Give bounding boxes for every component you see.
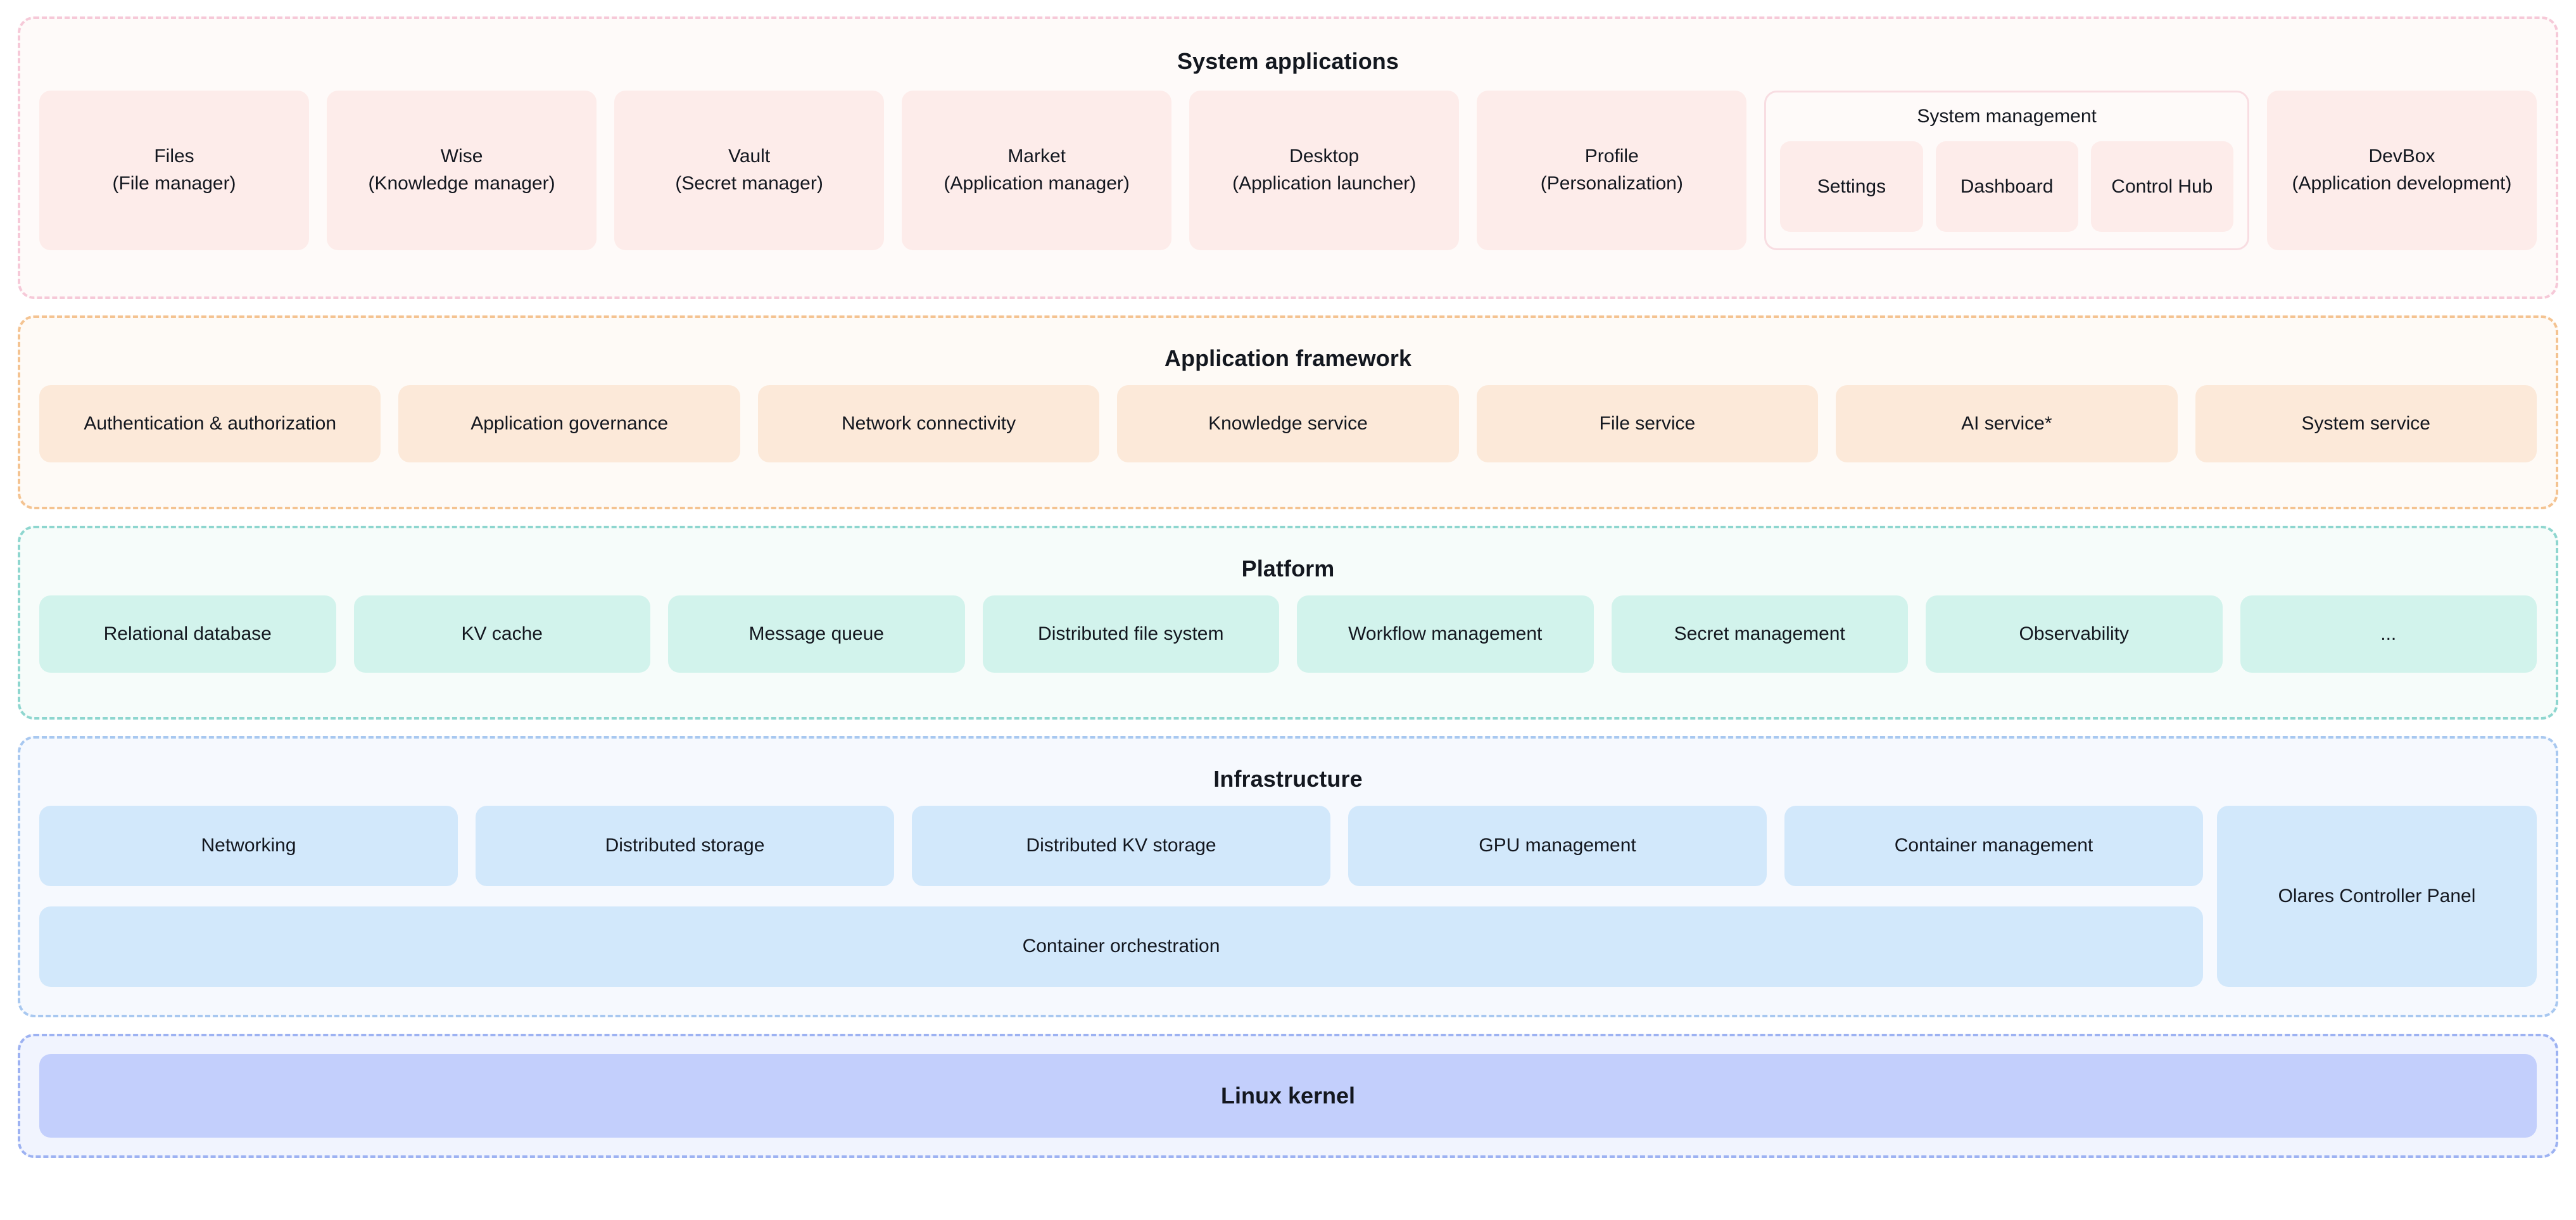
layer-application-framework: Application framework Authentication & a…: [18, 315, 2558, 509]
platform-card-secret-management[interactable]: Secret management: [1611, 595, 1908, 673]
system-management-title: System management: [1917, 106, 2097, 127]
infrastructure-card-container-orchestration[interactable]: Container orchestration: [39, 906, 2203, 987]
framework-card-ai-service[interactable]: AI service*: [1836, 385, 2178, 462]
platform-card-row: Relational database KV cache Message que…: [39, 595, 2537, 673]
app-card-files-sub: (File manager): [112, 173, 236, 194]
app-card-market-name: Market: [1007, 146, 1066, 167]
infrastructure-card-container-management[interactable]: Container management: [1784, 806, 2203, 886]
layer-linux-kernel: Linux kernel: [18, 1034, 2558, 1158]
layer-title-infrastructure: Infrastructure: [1213, 766, 1363, 792]
infrastructure-card-gpu-management[interactable]: GPU management: [1348, 806, 1767, 886]
application-framework-card-row: Authentication & authorization Applicati…: [39, 385, 2537, 462]
app-card-desktop-sub: (Application launcher): [1232, 173, 1417, 194]
platform-card-workflow-management[interactable]: Workflow management: [1297, 595, 1594, 673]
app-card-desktop[interactable]: Desktop (Application launcher): [1189, 91, 1460, 250]
framework-card-system-service[interactable]: System service: [2195, 385, 2537, 462]
layer-title-platform: Platform: [1241, 556, 1335, 581]
app-card-files[interactable]: Files (File manager): [39, 91, 310, 250]
platform-card-observability[interactable]: Observability: [1926, 595, 2223, 673]
platform-card-relational-database[interactable]: Relational database: [39, 595, 336, 673]
app-card-wise[interactable]: Wise (Knowledge manager): [327, 91, 597, 250]
app-card-vault-sub: (Secret manager): [675, 173, 823, 194]
system-management-button-dashboard[interactable]: Dashboard: [1935, 141, 2078, 232]
app-card-desktop-name: Desktop: [1289, 146, 1360, 167]
app-card-files-name: Files: [154, 146, 194, 167]
infrastructure-card-distributed-storage[interactable]: Distributed storage: [476, 806, 894, 886]
app-card-devbox[interactable]: DevBox (Application development): [2266, 91, 2537, 250]
infrastructure-card-row-1: Networking Distributed storage Distribut…: [39, 806, 2203, 886]
platform-card-distributed-file-system[interactable]: Distributed file system: [982, 595, 1279, 673]
infrastructure-card-networking[interactable]: Networking: [39, 806, 458, 886]
framework-card-application-governance[interactable]: Application governance: [398, 385, 740, 462]
system-management-button-row: Settings Dashboard Control Hub: [1780, 141, 2233, 232]
system-management-button-control-hub[interactable]: Control Hub: [2090, 141, 2233, 232]
layer-system-applications: System applications Files (File manager)…: [18, 16, 2558, 299]
app-card-vault[interactable]: Vault (Secret manager): [614, 91, 885, 250]
app-card-wise-sub: (Knowledge manager): [368, 173, 555, 194]
linux-kernel-card[interactable]: Linux kernel: [39, 1054, 2537, 1138]
framework-card-authentication-authorization[interactable]: Authentication & authorization: [39, 385, 381, 462]
platform-card-more[interactable]: ...: [2240, 595, 2537, 673]
layer-title-application-framework: Application framework: [1164, 345, 1412, 371]
layer-platform: Platform Relational database KV cache Me…: [18, 526, 2558, 720]
app-card-wise-name: Wise: [440, 146, 483, 167]
layer-infrastructure: Infrastructure Networking Distributed st…: [18, 736, 2558, 1017]
infrastructure-left-column: Networking Distributed storage Distribut…: [39, 806, 2203, 987]
infrastructure-card-row-2: Container orchestration: [39, 906, 2203, 987]
infrastructure-card-olares-controller-panel[interactable]: Olares Controller Panel: [2217, 806, 2537, 987]
framework-card-network-connectivity[interactable]: Network connectivity: [757, 385, 1100, 462]
app-card-market[interactable]: Market (Application manager): [902, 91, 1172, 250]
platform-card-message-queue[interactable]: Message queue: [668, 595, 965, 673]
app-card-profile[interactable]: Profile (Personalization): [1477, 91, 1747, 250]
app-card-market-sub: (Application manager): [944, 173, 1130, 194]
framework-card-file-service[interactable]: File service: [1476, 385, 1819, 462]
app-card-profile-sub: (Personalization): [1540, 173, 1683, 194]
system-management-group: System management Settings Dashboard Con…: [1764, 91, 2249, 250]
layer-title-system-applications: System applications: [1177, 48, 1399, 74]
system-management-button-settings[interactable]: Settings: [1780, 141, 1923, 232]
system-applications-card-row: Files (File manager) Wise (Knowledge man…: [39, 91, 2537, 250]
infrastructure-card-distributed-kv-storage[interactable]: Distributed KV storage: [912, 806, 1330, 886]
architecture-diagram: System applications Files (File manager)…: [0, 0, 2576, 1220]
app-card-profile-name: Profile: [1584, 146, 1639, 167]
framework-card-knowledge-service[interactable]: Knowledge service: [1117, 385, 1459, 462]
infrastructure-body: Networking Distributed storage Distribut…: [39, 806, 2537, 987]
platform-card-kv-cache[interactable]: KV cache: [353, 595, 650, 673]
app-card-devbox-name: DevBox: [2368, 146, 2435, 167]
app-card-devbox-sub: (Application development): [2292, 173, 2512, 194]
app-card-vault-name: Vault: [728, 146, 771, 167]
